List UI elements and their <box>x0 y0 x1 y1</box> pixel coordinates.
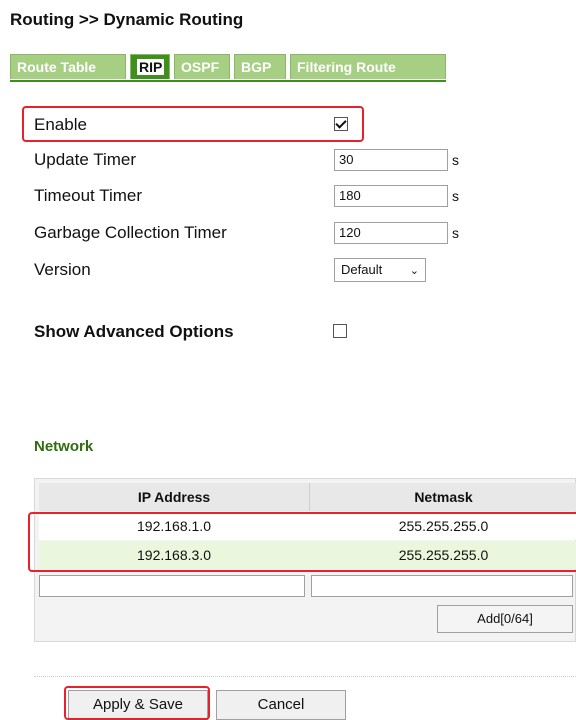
network-section-title: Network <box>34 438 94 455</box>
tab-bar: Route Table RIP OSPF BGP Filtering Route <box>10 54 446 80</box>
chevron-down-icon: ⌄ <box>409 265 419 277</box>
tab-route-table[interactable]: Route Table <box>10 54 126 79</box>
divider <box>34 676 576 677</box>
update-timer-unit: s <box>452 152 459 168</box>
show-advanced-checkbox[interactable] <box>333 324 347 338</box>
tab-ospf[interactable]: OSPF <box>174 54 230 79</box>
tab-underline <box>10 80 446 82</box>
garbage-timer-input[interactable]: 120 <box>334 222 448 244</box>
tab-label: BGP <box>241 59 272 75</box>
version-select[interactable]: Default ⌄ <box>334 258 426 282</box>
cancel-button[interactable]: Cancel <box>216 690 346 720</box>
new-netmask-input[interactable] <box>311 575 573 597</box>
tab-label: OSPF <box>181 59 220 75</box>
tab-label: Filtering Route <box>297 59 396 75</box>
version-label: Version <box>34 260 91 279</box>
tab-bgp[interactable]: BGP <box>234 54 286 79</box>
table-header: IP Address Netmask <box>39 483 576 511</box>
network-rows-highlight <box>28 512 576 572</box>
new-ip-input[interactable] <box>39 575 305 597</box>
page-title: Routing >> Dynamic Routing <box>10 10 244 29</box>
timeout-timer-unit: s <box>452 188 459 204</box>
add-network-button[interactable]: Add[0/64] <box>437 605 573 633</box>
garbage-timer-label: Garbage Collection Timer <box>34 223 227 242</box>
update-timer-input[interactable]: 30 <box>334 149 448 171</box>
enable-label: Enable <box>34 115 87 134</box>
tab-rip[interactable]: RIP <box>130 54 170 79</box>
tab-filtering-route[interactable]: Filtering Route <box>290 54 446 79</box>
tab-label: RIP <box>137 59 165 75</box>
show-advanced-label: Show Advanced Options <box>34 322 234 341</box>
timeout-timer-input[interactable]: 180 <box>334 185 448 207</box>
column-netmask: Netmask <box>414 489 473 505</box>
column-ip-address: IP Address <box>39 483 310 511</box>
version-value: Default <box>341 262 383 277</box>
garbage-timer-unit: s <box>452 225 459 241</box>
update-timer-label: Update Timer <box>34 150 137 169</box>
timeout-timer-label: Timeout Timer <box>34 186 143 205</box>
enable-checkbox[interactable] <box>334 117 348 131</box>
tab-label: Route Table <box>17 59 97 75</box>
apply-highlight <box>64 686 210 720</box>
